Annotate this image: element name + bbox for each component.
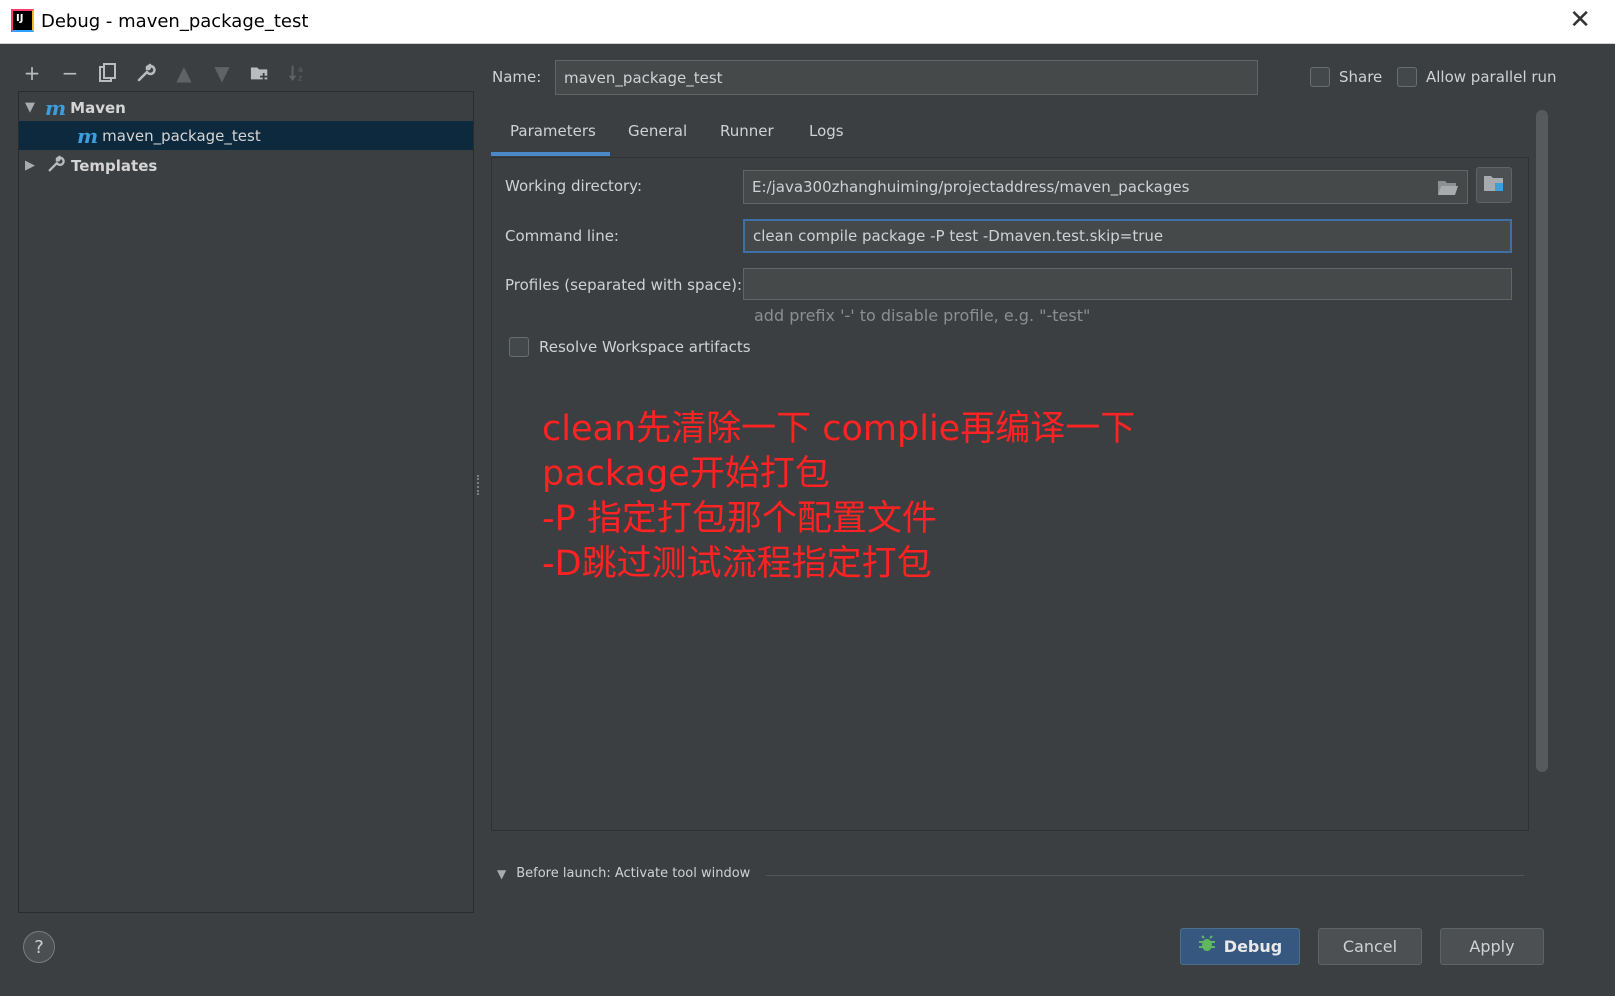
maven-icon: m [45,95,67,120]
resolve-workspace-label: Resolve Workspace artifacts [539,338,751,356]
tab-parameters[interactable]: Parameters [510,122,596,140]
window-title: Debug - maven_package_test [41,11,309,32]
before-launch-label: Before launch: Activate tool window [516,866,751,881]
tree-item-maven-package-test[interactable]: m maven_package_test [19,121,473,150]
collapse-icon[interactable]: ▼ [497,867,506,881]
resolve-workspace-checkbox[interactable] [509,337,529,357]
expand-down-icon[interactable]: ▼ [25,100,37,115]
maven-icon: m [77,123,99,148]
command-line-label: Command line: [505,227,619,245]
add-icon[interactable]: + [22,61,42,85]
annotation-text: clean先清除一下 complie再编译一下 package开始打包 -P 指… [542,407,1135,587]
folder-open-icon[interactable] [1437,178,1459,200]
copy-icon[interactable] [98,62,118,84]
profiles-hint: add prefix '-' to disable profile, e.g. … [754,306,1091,325]
working-directory-field[interactable]: E:/java300zhanghuiming/projectaddress/ma… [743,170,1468,204]
wrench-icon [47,155,65,177]
tab-runner[interactable]: Runner [720,122,774,140]
intellij-app-icon: IJ [11,9,34,32]
new-folder-icon[interactable] [250,62,270,84]
annotation-line: clean先清除一下 complie再编译一下 [542,409,1136,449]
working-directory-value: E:/java300zhanghuiming/projectaddress/ma… [752,178,1190,196]
config-toolbar: + − ▲ ▼ az [22,58,308,88]
profiles-label: Profiles (separated with space): [505,276,743,294]
folder-macro-icon [1483,173,1505,197]
move-up-icon: ▲ [176,61,192,85]
tab-general[interactable]: General [628,122,687,140]
bug-icon [1198,935,1216,958]
tree-item-label: Templates [71,156,158,175]
tree-item-label: maven_package_test [102,126,261,145]
active-tab-indicator [491,152,610,156]
close-icon[interactable]: ✕ [1569,7,1591,33]
tree-item-templates[interactable]: ▶ Templates [19,151,473,180]
annotation-line: -P 指定打包那个配置文件 [542,499,937,539]
panel-splitter[interactable] [477,475,481,495]
allow-parallel-run-label: Allow parallel run [1426,68,1557,86]
before-launch-section[interactable]: ▼ Before launch: Activate tool window [497,866,750,881]
wrench-icon[interactable] [136,62,156,84]
command-line-field[interactable]: clean compile package -P test -Dmaven.te… [743,219,1512,253]
cancel-button[interactable]: Cancel [1318,928,1422,965]
sort-icon: az [288,62,308,84]
macro-browse-button[interactable] [1476,167,1512,203]
title-bar: IJ Debug - maven_package_test ✕ [0,0,1615,44]
svg-text:z: z [298,72,302,82]
tree-item-maven[interactable]: ▼ m Maven [19,93,473,122]
move-down-icon: ▼ [214,61,230,85]
remove-icon[interactable]: − [60,61,80,85]
vertical-scrollbar[interactable] [1536,110,1548,772]
configuration-tree: ▼ m Maven m maven_package_test ▶ Templat… [18,91,474,913]
name-label: Name: [492,68,542,86]
debug-button[interactable]: Debug [1180,928,1300,965]
expand-right-icon[interactable]: ▶ [25,158,37,173]
allow-parallel-run-checkbox[interactable] [1397,67,1417,87]
settings-tabs: Parameters General Runner Logs [491,112,1529,157]
profiles-field[interactable] [743,268,1512,300]
annotation-line: package开始打包 [542,454,830,494]
annotation-line: -D跳过测试流程指定打包 [542,544,932,584]
name-field[interactable]: maven_package_test [555,60,1258,95]
divider [766,875,1524,876]
apply-button[interactable]: Apply [1440,928,1544,965]
share-checkbox[interactable] [1310,67,1330,87]
tab-logs[interactable]: Logs [809,122,844,140]
share-label: Share [1339,68,1383,86]
debug-button-label: Debug [1223,937,1283,956]
working-directory-label: Working directory: [505,177,643,195]
help-button[interactable]: ? [23,931,55,963]
tree-item-label: Maven [70,98,126,117]
